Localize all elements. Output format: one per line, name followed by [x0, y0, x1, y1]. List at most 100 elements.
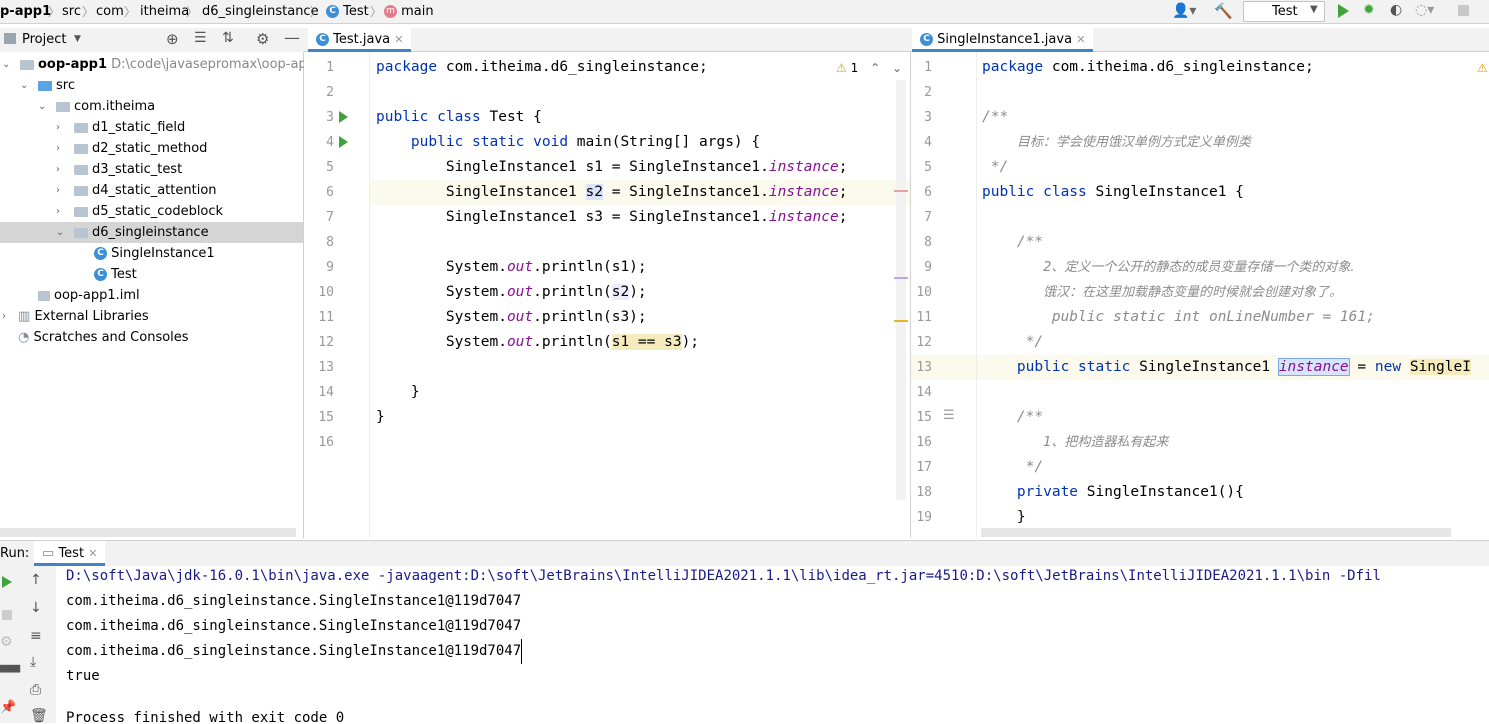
chevron-down-icon: ⌄	[56, 227, 65, 238]
breadcrumb-project[interactable]: p-app1	[0, 4, 51, 19]
code-line: 饿汉：在这里加载静态变量的时候就会创建对象了。	[1043, 285, 1343, 300]
close-icon[interactable]: ✕	[1076, 33, 1085, 46]
warning-icon[interactable]: ⚠	[1477, 61, 1488, 75]
line-number: 14	[318, 385, 334, 400]
down-arrow-icon[interactable]: ↓	[30, 600, 42, 616]
chevron-right-icon: 〉	[124, 5, 137, 19]
package-icon	[56, 101, 70, 112]
error-stripe-mark[interactable]	[894, 190, 908, 192]
editor-gutter: 1 2 3 4 5 6 7 8 9 10 11 12 13 14 15 16	[304, 52, 370, 538]
warning-stripe-mark[interactable]	[894, 320, 908, 322]
chevron-down-icon: ⌄	[20, 80, 29, 91]
scratches-icon: ◔	[18, 330, 30, 345]
tab-singleinstance1-java[interactable]: C SingleInstance1.java ✕	[912, 28, 1094, 52]
tree-item-file[interactable]: C Test	[94, 264, 137, 285]
line-number: 15	[916, 410, 932, 425]
layout-icon[interactable]: ▀▀	[0, 666, 20, 681]
code-line: 目标：学会使用饿汉单例方式定义单例类	[1016, 135, 1251, 150]
breadcrumb-method[interactable]: m main	[384, 4, 434, 19]
stop-icon[interactable]	[2, 610, 12, 620]
profile-icon[interactable]: ◌▾	[1415, 2, 1434, 18]
close-icon[interactable]: ✕	[394, 33, 403, 46]
package-icon	[74, 122, 88, 133]
line-number: 12	[318, 335, 334, 350]
line-number: 6	[924, 185, 932, 200]
rerun-icon[interactable]	[2, 576, 12, 588]
user-icon[interactable]: 👤▾	[1172, 3, 1196, 19]
run-gutter-icon[interactable]	[339, 136, 348, 148]
code-line: SingleInstance1 s1 = SingleInstance1.ins…	[376, 159, 848, 175]
breadcrumb-com[interactable]: com	[96, 4, 124, 19]
debug-icon[interactable]: ✹	[1363, 2, 1375, 18]
horizontal-scrollbar[interactable]	[0, 528, 296, 537]
tab-test-java[interactable]: C Test.java ✕	[308, 28, 412, 52]
package-icon	[74, 185, 88, 196]
class-icon: C	[326, 5, 339, 18]
chevron-right-icon: 〉	[370, 5, 383, 19]
method-icon: m	[384, 5, 397, 18]
breadcrumb-itheima[interactable]: itheima	[140, 4, 189, 19]
line-number: 10	[318, 285, 334, 300]
editor-singleinstance1-java[interactable]: 1 2 3 4 5 6 7 8 9 10 11 12 13 14 15 16 1…	[910, 52, 1489, 538]
stop-icon[interactable]	[1458, 5, 1469, 16]
chevron-down-icon: ⌄	[2, 59, 11, 70]
up-arrow-icon[interactable]: ↑	[30, 572, 42, 588]
line-number: 2	[326, 85, 334, 100]
pin-icon[interactable]: 📌	[0, 700, 16, 715]
print-icon[interactable]: ⎙	[30, 682, 41, 698]
tree-folder-label: d1_static_field	[92, 120, 186, 135]
tree-item-folder-selected[interactable]: ⌄ d6_singleinstance	[0, 222, 303, 243]
code-line: 2、定义一个公开的静态的成员变量存储一个类的对象.	[1043, 260, 1355, 275]
chevron-down-icon[interactable]: ▼	[74, 34, 81, 44]
tree-item-iml[interactable]: oop-app1.iml	[38, 285, 140, 306]
chevron-right-icon: ›	[56, 122, 60, 133]
soft-wrap-icon[interactable]: ≡	[30, 628, 42, 644]
package-icon	[74, 206, 88, 217]
settings-icon[interactable]: ⚙	[0, 634, 13, 650]
doc-render-icon[interactable]: ☰	[943, 408, 955, 423]
gear-icon[interactable]: ⚙	[256, 30, 269, 48]
chevron-down-icon[interactable]: ⌄	[892, 61, 902, 75]
close-icon[interactable]: ✕	[88, 547, 97, 560]
breadcrumb-package[interactable]: d6_singleinstance	[202, 4, 319, 19]
code-line: */	[982, 159, 1009, 175]
line-number: 6	[326, 185, 334, 200]
trash-icon[interactable]: 🗑	[30, 708, 48, 724]
minimize-icon[interactable]: —	[284, 28, 300, 47]
tree-file-label: Test	[111, 267, 137, 282]
locate-icon[interactable]: ⊕	[166, 30, 179, 48]
code-line: }	[376, 384, 420, 400]
console-output[interactable]: D:\soft\Java\jdk-16.0.1\bin\java.exe -ja…	[56, 566, 1489, 723]
horizontal-scrollbar[interactable]	[981, 528, 1451, 537]
line-number: 11	[916, 310, 932, 325]
tree-item-scratches[interactable]: ◔ Scratches and Consoles	[18, 327, 189, 348]
run-tab-test[interactable]: ▭ Test ✕	[34, 541, 106, 566]
run-gutter-icon[interactable]	[339, 111, 348, 123]
run-config-select[interactable]: Test ▼	[1243, 1, 1325, 22]
tree-root-path: D:\code\javasepromax\oop-app	[111, 57, 315, 72]
breadcrumb-class[interactable]: C Test	[326, 4, 369, 19]
tree-item-file[interactable]: C SingleInstance1	[94, 243, 215, 264]
run-icon[interactable]	[1338, 4, 1349, 18]
package-icon	[74, 164, 88, 175]
chevron-up-icon[interactable]: ⌃	[870, 61, 880, 75]
expand-all-icon[interactable]: ☰	[194, 30, 207, 46]
editor-scrollbar[interactable]	[896, 80, 906, 500]
build-hammer-icon[interactable]: 🔨	[1214, 2, 1233, 20]
chevron-right-icon: 〉	[310, 5, 323, 19]
breadcrumb-src[interactable]: src	[62, 4, 81, 19]
inspection-widget[interactable]: ⚠ 1 ⌃ ⌄	[836, 61, 902, 75]
scroll-to-end-icon[interactable]: ⤓	[30, 654, 36, 670]
project-panel-title[interactable]: Project	[22, 32, 66, 47]
editor-gutter: 1 2 3 4 5 6 7 8 9 10 11 12 13 14 15 16 1…	[911, 52, 977, 538]
editor-test-java[interactable]: 1 2 3 4 5 6 7 8 9 10 11 12 13 14 15 16 ⚠…	[304, 52, 910, 538]
code-line: SingleInstance1 s3 = SingleInstance1.ins…	[376, 209, 848, 225]
usage-stripe-mark[interactable]	[894, 277, 908, 279]
line-number: 4	[924, 135, 932, 150]
tree-folder-label: d3_static_test	[92, 162, 183, 177]
module-folder-icon	[20, 59, 34, 70]
coverage-icon[interactable]: ◐	[1390, 2, 1402, 18]
iml-file-icon	[38, 290, 50, 301]
collapse-all-icon[interactable]: ⇅	[222, 30, 234, 46]
run-config-label: Test	[1272, 4, 1298, 19]
